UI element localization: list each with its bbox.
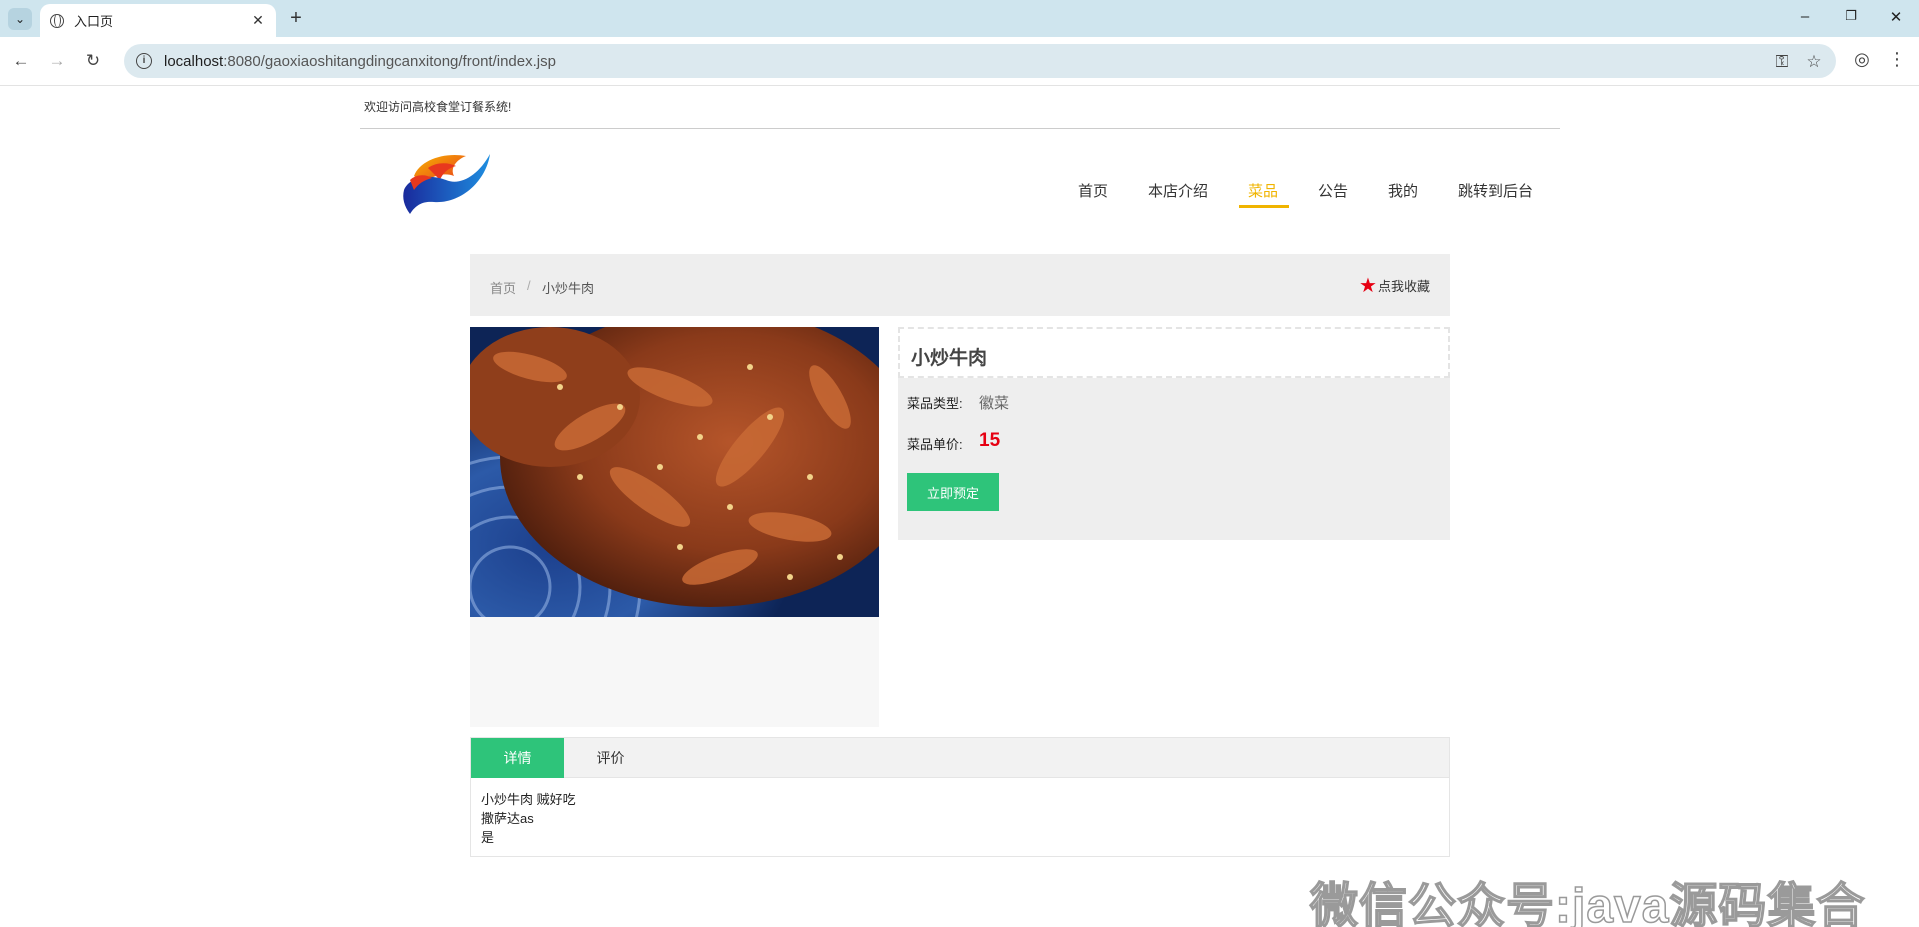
url-path: :8080/gaoxiaoshitangdingcanxitong/front/… [223,52,556,70]
reload-icon[interactable]: ↻ [82,50,104,72]
order-now-button[interactable]: 立即预定 [907,473,999,511]
minimize-icon[interactable]: – [1795,8,1815,25]
detail-tabs: 详情 评价 小炒牛肉 贼好吃 撒萨达as 是 [470,737,1450,857]
breadcrumb: 首页 / 小炒牛肉 ★ 点我收藏 [470,254,1450,316]
tab-detail[interactable]: 详情 [471,738,564,778]
forward-icon[interactable]: → [46,50,68,72]
nav-dishes[interactable]: 菜品 [1248,180,1278,201]
globe-icon [50,13,64,28]
favorite-label: 点我收藏 [1377,279,1430,294]
address-bar[interactable]: i localhost:8080/gaoxiaoshitangdingcanxi… [124,44,1836,78]
key-icon[interactable]: ⚿ [1772,52,1792,72]
browser-toolbar: ← → ↻ i localhost:8080/gaoxiaoshitangdin… [0,37,1919,86]
menu-icon[interactable]: ⋮ [1886,49,1908,70]
breadcrumb-current: 小炒牛肉 [542,281,595,296]
new-tab-icon[interactable]: + [284,7,308,29]
bookmark-star-icon[interactable]: ☆ [1804,52,1824,72]
nav-mine[interactable]: 我的 [1388,180,1418,201]
tab-title: 入口页 [74,14,114,29]
dish-type-value: 徽菜 [979,395,1010,412]
browser-tab[interactable]: 入口页 ✕ [40,4,276,37]
breadcrumb-home[interactable]: 首页 [490,278,516,297]
breadcrumb-separator: / [527,278,531,293]
dish-price-label: 菜品单价: [907,437,963,452]
tabs-header: 详情 评价 [471,738,1449,778]
tab-search-icon[interactable]: ⌄ [8,8,32,30]
dish-image-panel [470,327,879,727]
watermark: 微信公众号:java源码集合 [1309,879,1866,927]
dish-type-label: 菜品类型: [907,396,963,411]
star-icon: ★ [1359,274,1377,297]
nav-notice[interactable]: 公告 [1318,180,1348,201]
header-divider [360,128,1560,129]
profile-icon[interactable]: ◎ [1851,49,1873,70]
detail-line: 小炒牛肉 贼好吃 [481,792,576,807]
nav-home[interactable]: 首页 [1078,180,1108,201]
dish-photo [470,327,879,617]
active-nav-indicator [1239,205,1289,208]
site-info-icon[interactable]: i [136,53,152,69]
nav-admin[interactable]: 跳转到后台 [1458,180,1533,201]
url-host: localhost [164,52,224,70]
dish-name: 小炒牛肉 [898,327,1450,378]
favorite-button[interactable]: ★ 点我收藏 [1359,274,1430,297]
back-icon[interactable]: ← [10,50,32,72]
detail-content: 小炒牛肉 贼好吃 撒萨达as 是 [481,790,576,847]
tab-reviews[interactable]: 评价 [564,738,657,778]
dish-info: 小炒牛肉 菜品类型: 徽菜 菜品单价: 15 立即预定 [898,327,1450,540]
restore-icon[interactable]: ❐ [1841,8,1861,24]
dish-price-value: 15 [979,430,1001,451]
detail-line: 撒萨达as [481,811,534,826]
detail-line: 是 [481,830,495,845]
browser-titlebar: ⌄ 入口页 ✕ + – ❐ ✕ [0,0,1919,37]
window-close-icon[interactable]: ✕ [1886,8,1906,26]
site-logo[interactable] [400,146,492,218]
tab-close-icon[interactable]: ✕ [250,12,266,29]
welcome-text: 欢迎访问高校食堂订餐系统! [364,100,512,114]
nav-about[interactable]: 本店介绍 [1148,180,1208,201]
